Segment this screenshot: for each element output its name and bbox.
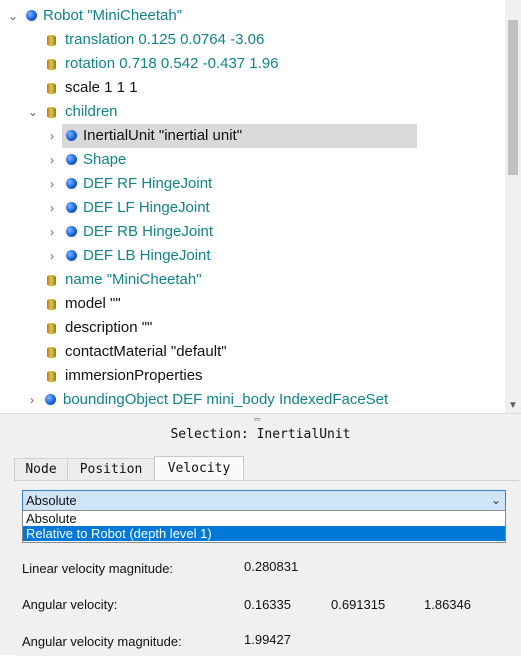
- field-cylinder-icon: [47, 275, 56, 286]
- scroll-down-arrow-icon[interactable]: ▼: [505, 399, 521, 413]
- tree-field-label: name "MiniCheetah": [65, 271, 202, 288]
- field-cylinder-icon: [47, 35, 56, 46]
- tree-row-scale[interactable]: scale 1 1 1: [0, 76, 500, 100]
- tree-row-lb-hinge[interactable]: › DEF LB HingeJoint: [0, 244, 500, 268]
- tree-row-contact-material[interactable]: contactMaterial "default": [0, 340, 500, 364]
- reference-frame-dropdown: Absolute Relative to Robot (depth level …: [22, 510, 506, 543]
- field-cylinder-icon: [47, 83, 56, 94]
- tree-node-label: DEF LF HingeJoint: [83, 199, 210, 216]
- field-cylinder-icon: [47, 107, 56, 118]
- node-sphere-icon: [26, 10, 37, 21]
- linear-velocity-label: Linear velocity magnitude:: [22, 561, 174, 576]
- node-sphere-icon: [66, 226, 77, 237]
- chevron-down-icon[interactable]: ⌄: [8, 4, 18, 28]
- tree-field-label: contactMaterial "default": [65, 343, 227, 360]
- tree-row-robot[interactable]: ⌄ Robot "MiniCheetah": [0, 4, 500, 28]
- tree-row-lf-hinge[interactable]: › DEF LF HingeJoint: [0, 196, 500, 220]
- angular-velocity-x: 0.16335: [244, 597, 291, 612]
- tree-field-label: immersionProperties: [65, 367, 203, 384]
- linear-velocity-value: 0.280831: [244, 559, 299, 574]
- tree-node-label: Robot "MiniCheetah": [43, 7, 183, 24]
- chevron-down-icon[interactable]: ⌄: [491, 491, 501, 510]
- tree-row-rotation[interactable]: rotation 0.718 0.542 -0.437 1.96: [0, 52, 500, 76]
- tree-scrollbar[interactable]: ▼: [505, 0, 521, 413]
- select-value: Absolute: [26, 493, 77, 508]
- tree-node-label: boundingObject DEF mini_body IndexedFace…: [63, 391, 389, 408]
- field-cylinder-icon: [47, 299, 56, 310]
- tab-node[interactable]: Node: [14, 458, 68, 480]
- chevron-right-icon[interactable]: ›: [47, 148, 57, 172]
- tree-row-children[interactable]: ⌄ children: [0, 100, 500, 124]
- angular-magnitude-value: 1.99427: [244, 632, 291, 647]
- option-label: Absolute: [26, 511, 77, 526]
- node-sphere-icon: [66, 154, 77, 165]
- chevron-right-icon[interactable]: ›: [47, 220, 57, 244]
- node-sphere-icon: [66, 130, 77, 141]
- tree-node-label: DEF RB HingeJoint: [83, 223, 214, 240]
- field-cylinder-icon: [47, 347, 56, 358]
- reference-frame-select[interactable]: Absolute ⌄: [22, 490, 506, 511]
- angular-velocity-y: 0.691315: [331, 597, 386, 612]
- field-cylinder-icon: [47, 59, 56, 70]
- scene-tree[interactable]: ⌄ Robot "MiniCheetah" translation 0.125 …: [0, 0, 505, 413]
- dropdown-option-relative[interactable]: Relative to Robot (depth level 1): [23, 526, 505, 541]
- tree-row-inertial-unit[interactable]: › InertialUnit "inertial unit": [0, 124, 500, 148]
- chevron-down-icon[interactable]: ⌄: [28, 100, 38, 124]
- tree-node-label: DEF RF HingeJoint: [83, 175, 213, 192]
- option-label: Relative to Robot (depth level 1): [26, 526, 212, 541]
- tree-row-shape[interactable]: › Shape: [0, 148, 500, 172]
- scrollbar-thumb[interactable]: [508, 20, 518, 175]
- tree-row-immersion[interactable]: immersionProperties: [0, 364, 500, 388]
- field-cylinder-icon: [47, 371, 56, 382]
- selection-title: Selection: InertialUnit: [170, 427, 351, 442]
- dropdown-option-absolute[interactable]: Absolute: [23, 511, 505, 526]
- chevron-right-icon[interactable]: ›: [47, 196, 57, 220]
- tree-node-label: Shape: [83, 151, 127, 168]
- node-sphere-icon: [66, 202, 77, 213]
- tree-field-label: scale 1 1 1: [65, 79, 138, 96]
- field-cylinder-icon: [47, 323, 56, 334]
- node-sphere-icon: [66, 178, 77, 189]
- chevron-right-icon[interactable]: ›: [47, 172, 57, 196]
- angular-velocity-z: 1.86346: [424, 597, 471, 612]
- tree-row-model[interactable]: model "": [0, 292, 500, 316]
- tree-field-label: translation 0.125 0.0764 -3.06: [65, 31, 265, 48]
- tree-row-description[interactable]: description "": [0, 316, 500, 340]
- node-sphere-icon: [45, 394, 56, 405]
- tree-field-label: children: [65, 103, 118, 120]
- tree-row-rf-hinge[interactable]: › DEF RF HingeJoint: [0, 172, 500, 196]
- tree-row-bounding-object[interactable]: › boundingObject DEF mini_body IndexedFa…: [0, 388, 500, 412]
- tree-field-label: rotation 0.718 0.542 -0.437 1.96: [65, 55, 279, 72]
- angular-magnitude-label: Angular velocity magnitude:: [22, 634, 182, 649]
- tree-row-name[interactable]: name "MiniCheetah": [0, 268, 500, 292]
- chevron-right-icon[interactable]: ›: [47, 124, 57, 148]
- tree-field-label: description "": [65, 319, 153, 336]
- tab-velocity[interactable]: Velocity: [154, 456, 244, 481]
- angular-velocity-label: Angular velocity:: [22, 597, 118, 612]
- tree-node-label: InertialUnit "inertial unit": [83, 127, 243, 144]
- tree-field-label: model "": [65, 295, 121, 312]
- chevron-right-icon[interactable]: ›: [47, 244, 57, 268]
- node-sphere-icon: [66, 250, 77, 261]
- tree-row-translation[interactable]: translation 0.125 0.0764 -3.06: [0, 28, 500, 52]
- tree-node-label: DEF LB HingeJoint: [83, 247, 211, 264]
- tree-row-rb-hinge[interactable]: › DEF RB HingeJoint: [0, 220, 500, 244]
- tab-position[interactable]: Position: [67, 458, 155, 480]
- chevron-right-icon[interactable]: ›: [27, 388, 37, 412]
